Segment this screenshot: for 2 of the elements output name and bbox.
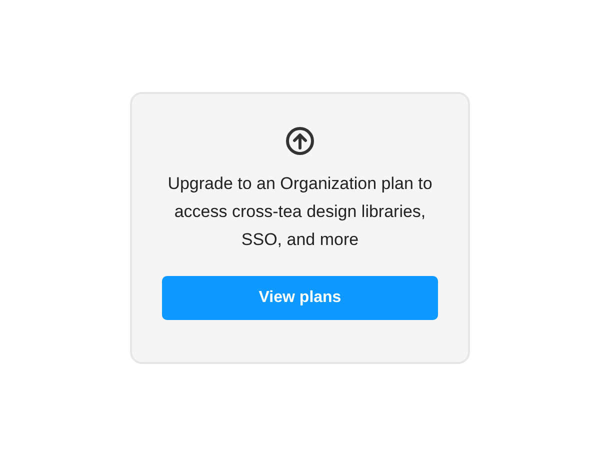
upgrade-message: Upgrade to an Organization plan to access cross-tea design libraries, SSO, and more	[166, 173, 434, 251]
view-plans-button[interactable]: View plans	[162, 276, 438, 320]
